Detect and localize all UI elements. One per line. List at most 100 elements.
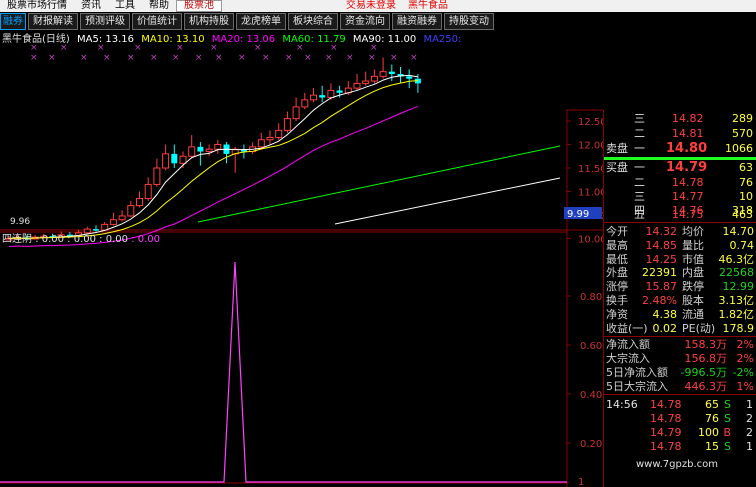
bid-price: 14.78 bbox=[672, 176, 704, 189]
stat-value: 22391 bbox=[642, 266, 677, 280]
candle-body-up bbox=[257, 139, 265, 148]
candle-body-up bbox=[127, 205, 135, 217]
stat-label: 净资 bbox=[606, 307, 628, 321]
tick-side: S bbox=[724, 398, 731, 411]
signal-mark: × bbox=[150, 53, 158, 63]
indicator-tick-label: 0.20 bbox=[580, 439, 602, 450]
candle-body-up bbox=[118, 215, 126, 221]
ma5-label: MA5: 13.16 bbox=[77, 34, 135, 45]
candle-body-up bbox=[136, 198, 143, 207]
signal-mark: × bbox=[80, 53, 88, 63]
stat-label: 市值 bbox=[682, 252, 704, 266]
flow-label: 大宗流入 bbox=[606, 352, 650, 365]
signal-mark: × bbox=[48, 53, 56, 63]
indicator-last-value: : 0.00 bbox=[131, 234, 161, 245]
ask-price: 14.82 bbox=[672, 112, 704, 125]
candle-body-up bbox=[205, 148, 213, 153]
stat-value: 14.25 bbox=[645, 252, 678, 266]
ask-level: 一 bbox=[634, 142, 645, 155]
tick-volume: 65 bbox=[705, 398, 719, 411]
tick-row: 14:56 14.78 65 S 1 bbox=[604, 398, 756, 412]
flow-value: 446.3万 bbox=[684, 380, 728, 393]
bid-row-1: 买盘 一 14.79 63 bbox=[604, 161, 756, 175]
stat-label: 换手 bbox=[606, 294, 628, 307]
signal-mark: × bbox=[127, 53, 135, 63]
ask-row-1: 卖盘 一 14.80 1066 bbox=[604, 142, 756, 156]
tick-side: S bbox=[724, 412, 731, 425]
indicator-axis: 0.800.600.400.200.001 bbox=[567, 292, 602, 487]
stats-divider bbox=[604, 336, 756, 337]
tick-row: 14.78 76 S 2 bbox=[604, 412, 756, 426]
candle-body-up bbox=[292, 106, 300, 120]
stat-label: 今开 bbox=[606, 225, 628, 238]
ma10-line bbox=[8, 80, 418, 239]
ma250-label: MA250: bbox=[423, 34, 462, 45]
tick-side: S bbox=[724, 440, 731, 453]
signal-mark: × bbox=[390, 53, 398, 63]
current-price-box: 9.99 bbox=[567, 209, 589, 220]
ma5-line bbox=[8, 74, 418, 239]
signal-mark: × bbox=[215, 53, 223, 63]
candle-body-up bbox=[327, 89, 335, 98]
tick-volume: 100 bbox=[698, 426, 719, 439]
stat-value: 14.85 bbox=[645, 238, 678, 252]
stat-row: 净资 4.38 流通 1.82亿 bbox=[604, 308, 756, 322]
indicator-axis-end: 1 bbox=[578, 477, 584, 487]
signal-mark: × bbox=[410, 53, 418, 63]
ask-volume: 289 bbox=[732, 112, 753, 125]
flow-row: 5日大宗流入 446.3万 1% bbox=[604, 380, 756, 394]
bid-volume: 76 bbox=[739, 176, 753, 189]
candle-body-up bbox=[283, 118, 291, 131]
price-tick-label: 12.50 bbox=[578, 117, 603, 128]
candle-body-down bbox=[93, 229, 99, 231]
flow-pct: -2% bbox=[732, 366, 754, 379]
flow-divider bbox=[604, 394, 756, 395]
stat-row: 最低 14.25 市值 46.3亿 bbox=[604, 253, 756, 267]
ma60-line bbox=[197, 145, 561, 223]
ask-level: 二 bbox=[634, 127, 645, 140]
candle-body-down bbox=[197, 146, 204, 152]
candle-body-up bbox=[266, 136, 274, 141]
ask-price: 14.81 bbox=[672, 127, 704, 140]
bid-volume: 463 bbox=[732, 208, 753, 221]
ma20-line bbox=[8, 105, 419, 247]
stat-label: 收益(一) bbox=[606, 321, 648, 335]
ma-lines bbox=[8, 74, 561, 247]
indicator-line bbox=[0, 261, 567, 483]
flow-label: 净流入额 bbox=[606, 338, 650, 351]
low-price-marker: 9.96 bbox=[10, 217, 30, 227]
tick-side: B bbox=[723, 426, 731, 439]
tick-count: 2 bbox=[746, 412, 753, 425]
stat-value: 14.70 bbox=[722, 225, 755, 238]
bid-row-5: 五 14.75 463 bbox=[604, 208, 756, 222]
bid-volume: 10 bbox=[739, 190, 753, 203]
candles bbox=[5, 57, 421, 241]
candle-body-down bbox=[319, 95, 326, 98]
bid-row-3: 三 14.77 10 bbox=[604, 190, 756, 204]
ma60-label: MA60: 11.79 bbox=[282, 34, 346, 45]
tick-row: 14.79 100 B 2 bbox=[604, 426, 756, 440]
tick-price: 14.78 bbox=[650, 440, 682, 453]
candle-body-down bbox=[336, 90, 343, 93]
stat-row: 外盘 22391 内盘 22568 bbox=[604, 266, 756, 280]
flow-row: 5日净流入额 -996.5万 -2% bbox=[604, 366, 756, 380]
indicator-name: 四连阴 bbox=[2, 234, 32, 245]
candle-body-down bbox=[406, 76, 413, 79]
stat-row: 涨停 15.87 跌停 12.99 bbox=[604, 280, 756, 294]
ask-price: 14.80 bbox=[666, 141, 708, 156]
quote-panel: 三 14.82 289 二 14.81 570 卖盘 一 14.80 1066 … bbox=[603, 110, 756, 487]
bid-volume: 63 bbox=[739, 161, 753, 174]
tick-count: 1 bbox=[746, 398, 753, 411]
signal-mark: × bbox=[30, 53, 38, 63]
stat-value: 0.74 bbox=[729, 238, 755, 252]
stat-row: 收益(一) 0.02 PE(动) 178.9 bbox=[604, 322, 756, 336]
tick-count: 1 bbox=[746, 440, 753, 453]
ma90-label: MA90: 11.00 bbox=[352, 34, 417, 45]
stat-value: 14.32 bbox=[645, 225, 678, 238]
stat-value: 22568 bbox=[719, 266, 754, 280]
flow-row: 净流入额 158.3万 2% bbox=[604, 338, 756, 352]
watermark: www.7gpzb.com bbox=[636, 459, 718, 470]
indicator-legend: 四连阴 : 0.00 : 0.00 : 0.00 : 0.00 bbox=[2, 234, 160, 246]
tick-volume: 15 bbox=[705, 440, 719, 453]
four-yin-indicator bbox=[0, 261, 567, 483]
